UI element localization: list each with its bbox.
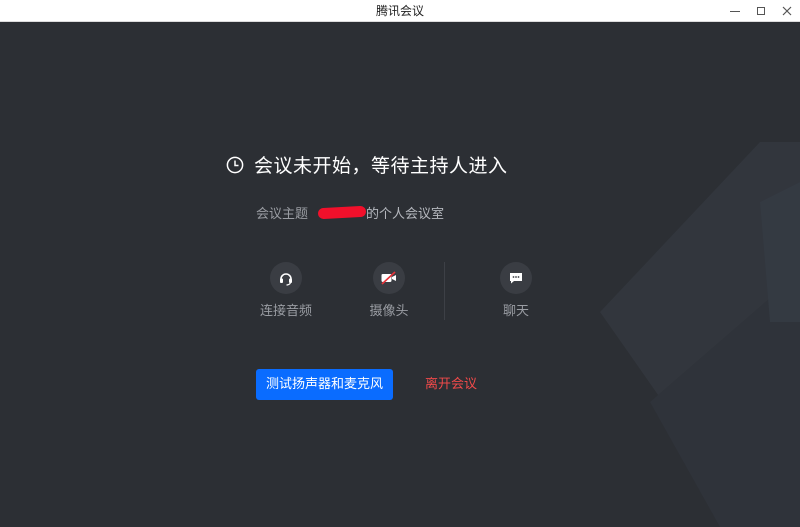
camera-label: 摄像头 xyxy=(369,304,409,319)
close-button[interactable] xyxy=(774,0,800,22)
connect-audio-label: 连接音频 xyxy=(259,304,312,319)
headset-icon xyxy=(280,273,292,286)
maximize-icon xyxy=(757,7,765,15)
clock-icon xyxy=(226,156,244,173)
meeting-status-text: 会议未开始，等待主持人进入 xyxy=(254,155,508,177)
camera-off-icon xyxy=(381,271,396,285)
redaction-mark xyxy=(317,205,367,220)
leave-meeting-button[interactable]: 离开会议 xyxy=(425,369,477,400)
app-window: 腾讯会议 会议未开始，等待主持人进入 会议主题 的个人会议室 连接音频 摄像头 … xyxy=(0,0,800,527)
camera-icon-wrap xyxy=(373,262,405,294)
controls-divider xyxy=(444,262,445,320)
minimize-button[interactable] xyxy=(722,0,748,22)
close-icon xyxy=(782,6,792,16)
camera-button[interactable]: 摄像头 xyxy=(349,262,429,319)
window-title: 腾讯会议 xyxy=(375,4,424,18)
connect-audio-button[interactable]: 连接音频 xyxy=(246,262,326,319)
meeting-status: 会议未开始，等待主持人进入 xyxy=(226,151,508,178)
chat-label: 聊天 xyxy=(502,304,529,319)
meeting-subject-value: 的个人会议室 xyxy=(366,207,445,222)
title-bar[interactable]: 腾讯会议 xyxy=(0,0,800,22)
test-speaker-mic-button[interactable]: 测试扬声器和麦克风 xyxy=(256,369,393,400)
meeting-controls: 连接音频 摄像头 聊天 xyxy=(0,262,800,332)
headset-icon-wrap xyxy=(270,262,302,294)
minimize-icon xyxy=(730,10,740,12)
chat-icon xyxy=(510,273,522,284)
chat-button[interactable]: 聊天 xyxy=(476,262,556,319)
maximize-button[interactable] xyxy=(748,0,774,22)
meeting-waiting-panel: 会议未开始，等待主持人进入 会议主题 的个人会议室 连接音频 摄像头 聊天 测试… xyxy=(0,22,800,527)
meeting-subject-label: 会议主题 xyxy=(256,207,309,222)
chat-icon-wrap xyxy=(500,262,532,294)
meeting-subject: 会议主题 的个人会议室 xyxy=(256,203,444,222)
